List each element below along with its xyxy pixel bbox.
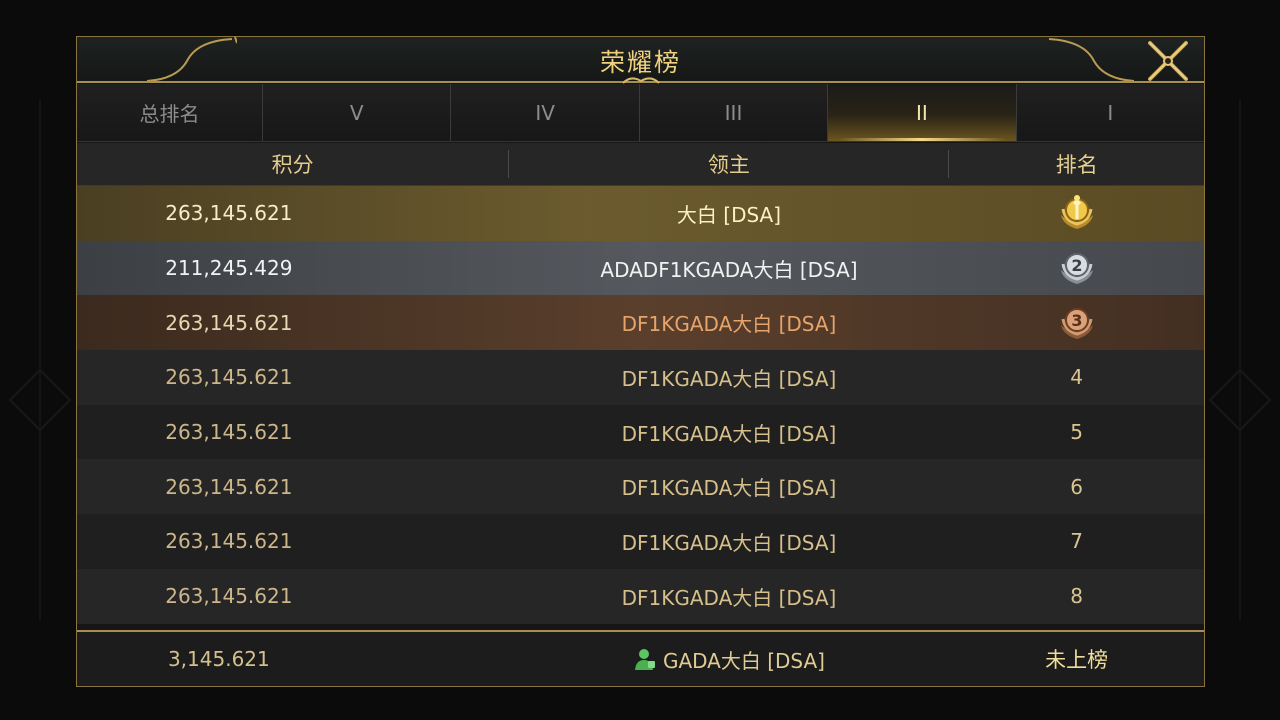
row-lord: DF1KGADA大白 [DSA] — [621, 366, 837, 391]
row-score: 263,145.621 — [165, 365, 293, 390]
row-score: 263,145.621 — [165, 584, 293, 609]
page-title: 荣耀榜 — [599, 48, 681, 77]
row-lord: 大白 [DSA] — [676, 202, 782, 227]
tab-label: I — [1107, 100, 1114, 125]
ranking-list: 263,145.621 大白 [DSA] 211,245.429 ADADF1K… — [77, 186, 1204, 624]
leaderboard-panel: 荣耀榜 总排名 V IV III II I 积分 领主 排名 263,145.6… — [76, 36, 1205, 687]
row-lord: DF1KGADA大白 [DSA] — [621, 530, 837, 555]
row-score: 211,245.429 — [165, 256, 293, 281]
row-rank: 8 — [1070, 584, 1083, 609]
column-rank-header: 排名 — [1055, 153, 1098, 177]
tab-tier-iv[interactable]: IV — [451, 84, 640, 141]
table-row[interactable]: 211,245.429 ADADF1KGADA大白 [DSA] 2 — [77, 240, 1204, 296]
row-score: 263,145.621 — [165, 201, 293, 226]
background-ornament-right — [1208, 100, 1272, 620]
table-row[interactable]: 263,145.621 DF1KGADA大白 [DSA] 4 — [77, 350, 1204, 405]
tab-label: V — [349, 100, 364, 125]
tab-label: IV — [535, 100, 555, 125]
table-row[interactable]: 263,145.621 DF1KGADA大白 [DSA] 5 — [77, 404, 1204, 460]
row-rank: 7 — [1070, 529, 1083, 554]
title-deco-right — [1048, 38, 1134, 81]
my-ranking-row[interactable]: 3,145.621 GADA大白 [DSA] 未上榜 — [77, 630, 1204, 686]
tab-tier-v[interactable]: V — [263, 84, 452, 141]
row-rank: 6 — [1070, 474, 1083, 499]
tab-tier-i[interactable]: I — [1016, 84, 1205, 141]
title-bar: 荣耀榜 — [77, 37, 1204, 84]
close-button[interactable] — [1138, 37, 1198, 83]
row-score: 263,145.621 — [165, 310, 293, 335]
tab-tier-iii[interactable]: III — [639, 84, 829, 141]
column-lord-header: 领主 — [707, 153, 750, 177]
row-lord: DF1KGADA大白 [DSA] — [621, 585, 837, 610]
row-rank: 3 — [949, 303, 1204, 343]
table-row[interactable]: 263,145.621 大白 [DSA] — [77, 186, 1204, 241]
row-score: 263,145.621 — [165, 420, 293, 445]
table-row[interactable]: 263,145.621 DF1KGADA大白 [DSA] 7 — [77, 514, 1204, 569]
column-header: 积分 领主 排名 — [77, 143, 1204, 186]
row-rank — [949, 193, 1204, 233]
row-rank: 4 — [1070, 365, 1083, 390]
tab-total-ranking[interactable]: 总排名 — [77, 84, 263, 141]
my-lord: GADA大白 [DSA] — [509, 645, 950, 674]
row-lord: DF1KGADA大白 [DSA] — [621, 476, 837, 501]
row-lord: DF1KGADA大白 [DSA] — [621, 312, 837, 337]
row-rank: 5 — [1070, 420, 1083, 445]
row-score: 263,145.621 — [165, 474, 293, 499]
background-ornament-left — [8, 100, 72, 620]
silver-medal-icon: 2 — [1060, 253, 1093, 285]
my-lord-name: GADA大白 [DSA] — [662, 648, 825, 673]
tier-tabs: 总排名 V IV III II I — [77, 84, 1205, 142]
close-icon — [1148, 41, 1188, 81]
column-score-header: 积分 — [271, 153, 314, 177]
tab-label: 总排名 — [139, 102, 200, 126]
svg-text:2: 2 — [1071, 256, 1082, 275]
my-rank: 未上榜 — [1045, 648, 1109, 672]
table-row[interactable]: 263,145.621 DF1KGADA大白 [DSA] 3 — [77, 295, 1204, 351]
gold-medal-icon — [1060, 195, 1093, 230]
my-score: 3,145.621 — [167, 647, 270, 671]
row-lord: DF1KGADA大白 [DSA] — [621, 421, 837, 446]
tab-label: II — [916, 100, 928, 125]
tab-label: III — [724, 100, 743, 125]
table-row[interactable]: 263,145.621 DF1KGADA大白 [DSA] 8 — [77, 568, 1204, 624]
bronze-medal-icon: 3 — [1060, 307, 1093, 339]
svg-text:3: 3 — [1071, 311, 1082, 330]
row-lord: ADADF1KGADA大白 [DSA] — [600, 257, 858, 282]
row-rank: 2 — [949, 248, 1204, 288]
table-row[interactable]: 263,145.621 DF1KGADA大白 [DSA] 6 — [77, 459, 1204, 515]
player-avatar-icon — [634, 649, 655, 670]
tab-tier-ii[interactable]: II — [828, 84, 1017, 141]
row-score: 263,145.621 — [165, 529, 293, 554]
